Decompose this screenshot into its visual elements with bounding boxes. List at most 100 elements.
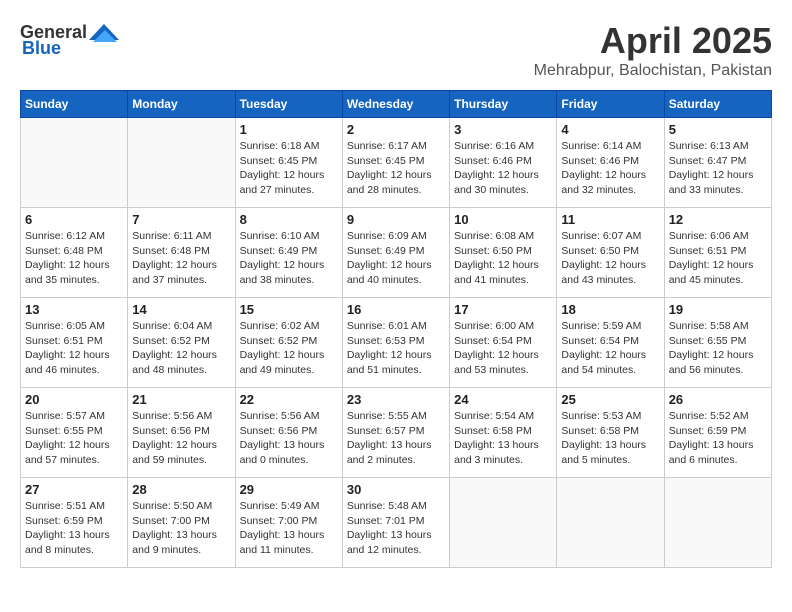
day-info: Sunrise: 5:58 AM Sunset: 6:55 PM Dayligh…: [669, 319, 767, 378]
calendar-cell: 30Sunrise: 5:48 AM Sunset: 7:01 PM Dayli…: [342, 478, 449, 568]
calendar-cell: 7 Sunrise: 6:11 AM Sunset: 6:48 PM Daylig…: [128, 208, 235, 298]
logo: General Blue: [20, 20, 119, 59]
day-number: 23: [347, 392, 445, 407]
weekday-header: Friday: [557, 91, 664, 118]
day-number: 18: [561, 302, 659, 317]
calendar-cell: 26Sunrise: 5:52 AM Sunset: 6:59 PM Dayli…: [664, 388, 771, 478]
calendar-cell: 9Sunrise: 6:09 AM Sunset: 6:49 PM Daylig…: [342, 208, 449, 298]
calendar-cell: 11Sunrise: 6:07 AM Sunset: 6:50 PM Dayli…: [557, 208, 664, 298]
day-number: 13: [25, 302, 123, 317]
calendar-cell: 17 Sunrise: 6:00 AM Sunset: 6:54 PM Dayli…: [450, 298, 557, 388]
day-info: Sunrise: 6:02 AM Sunset: 6:52 PM Dayligh…: [240, 319, 338, 378]
day-info: Sunrise: 6:12 AM Sunset: 6:48 PM Dayligh…: [25, 229, 123, 288]
calendar-cell: 15 Sunrise: 6:02 AM Sunset: 6:52 PM Dayli…: [235, 298, 342, 388]
day-info: Sunrise: 6:16 AM Sunset: 6:46 PM Dayligh…: [454, 139, 552, 198]
day-info: Sunrise: 6:11 AM Sunset: 6:48 PM Dayligh…: [132, 229, 230, 288]
day-info: Sunrise: 6:04 AM Sunset: 6:52 PM Dayligh…: [132, 319, 230, 378]
day-number: 28: [132, 482, 230, 497]
calendar-week-row: 1 Sunrise: 6:18 AM Sunset: 6:45 PM Daylig…: [21, 118, 772, 208]
day-number: 12: [669, 212, 767, 227]
calendar-cell: 14 Sunrise: 6:04 AM Sunset: 6:52 PM Dayli…: [128, 298, 235, 388]
day-info: Sunrise: 5:59 AM Sunset: 6:54 PM Dayligh…: [561, 319, 659, 378]
day-info: Sunrise: 5:48 AM Sunset: 7:01 PM Dayligh…: [347, 499, 445, 558]
day-info: Sunrise: 6:00 AM Sunset: 6:54 PM Dayligh…: [454, 319, 552, 378]
day-number: 15: [240, 302, 338, 317]
calendar-cell: 28 Sunrise: 5:50 AM Sunset: 7:00 PM Dayli…: [128, 478, 235, 568]
weekday-header: Monday: [128, 91, 235, 118]
title-section: April 2025 Mehrabpur, Balochistan, Pakis…: [534, 20, 772, 80]
day-info: Sunrise: 6:05 AM Sunset: 6:51 PM Dayligh…: [25, 319, 123, 378]
logo-icon: [89, 20, 119, 44]
calendar-week-row: 6 Sunrise: 6:12 AM Sunset: 6:48 PM Daylig…: [21, 208, 772, 298]
day-info: Sunrise: 5:51 AM Sunset: 6:59 PM Dayligh…: [25, 499, 123, 558]
day-number: 27: [25, 482, 123, 497]
day-number: 1: [240, 122, 338, 137]
calendar-cell: 3 Sunrise: 6:16 AM Sunset: 6:46 PM Daylig…: [450, 118, 557, 208]
day-info: Sunrise: 6:01 AM Sunset: 6:53 PM Dayligh…: [347, 319, 445, 378]
page-header: General Blue April 2025 Mehrabpur, Baloc…: [20, 20, 772, 80]
calendar-cell: 8 Sunrise: 6:10 AM Sunset: 6:49 PM Daylig…: [235, 208, 342, 298]
calendar-week-row: 13 Sunrise: 6:05 AM Sunset: 6:51 PM Dayli…: [21, 298, 772, 388]
calendar-cell: [128, 118, 235, 208]
calendar-cell: 18 Sunrise: 5:59 AM Sunset: 6:54 PM Dayli…: [557, 298, 664, 388]
weekday-header: Thursday: [450, 91, 557, 118]
day-number: 5: [669, 122, 767, 137]
day-number: 22: [240, 392, 338, 407]
calendar-cell: 12 Sunrise: 6:06 AM Sunset: 6:51 PM Dayli…: [664, 208, 771, 298]
day-number: 21: [132, 392, 230, 407]
day-info: Sunrise: 5:57 AM Sunset: 6:55 PM Dayligh…: [25, 409, 123, 468]
calendar-header-row: SundayMondayTuesdayWednesdayThursdayFrid…: [21, 91, 772, 118]
day-info: Sunrise: 5:54 AM Sunset: 6:58 PM Dayligh…: [454, 409, 552, 468]
day-number: 17: [454, 302, 552, 317]
calendar-cell: 10Sunrise: 6:08 AM Sunset: 6:50 PM Dayli…: [450, 208, 557, 298]
day-info: Sunrise: 6:18 AM Sunset: 6:45 PM Dayligh…: [240, 139, 338, 198]
calendar-cell: 16 Sunrise: 6:01 AM Sunset: 6:53 PM Dayli…: [342, 298, 449, 388]
day-number: 2: [347, 122, 445, 137]
calendar-cell: [21, 118, 128, 208]
day-number: 6: [25, 212, 123, 227]
weekday-header: Saturday: [664, 91, 771, 118]
calendar-cell: [450, 478, 557, 568]
calendar-week-row: 20 Sunrise: 5:57 AM Sunset: 6:55 PM Dayli…: [21, 388, 772, 478]
weekday-header: Tuesday: [235, 91, 342, 118]
day-number: 9: [347, 212, 445, 227]
calendar-table: SundayMondayTuesdayWednesdayThursdayFrid…: [20, 90, 772, 568]
day-number: 7: [132, 212, 230, 227]
calendar-cell: [664, 478, 771, 568]
day-info: Sunrise: 6:14 AM Sunset: 6:46 PM Dayligh…: [561, 139, 659, 198]
day-info: Sunrise: 5:53 AM Sunset: 6:58 PM Dayligh…: [561, 409, 659, 468]
day-info: Sunrise: 6:08 AM Sunset: 6:50 PM Dayligh…: [454, 229, 552, 288]
calendar-cell: 1 Sunrise: 6:18 AM Sunset: 6:45 PM Daylig…: [235, 118, 342, 208]
calendar-cell: 19 Sunrise: 5:58 AM Sunset: 6:55 PM Dayli…: [664, 298, 771, 388]
calendar-cell: 2Sunrise: 6:17 AM Sunset: 6:45 PM Daylig…: [342, 118, 449, 208]
day-number: 19: [669, 302, 767, 317]
calendar-cell: 13 Sunrise: 6:05 AM Sunset: 6:51 PM Dayli…: [21, 298, 128, 388]
day-number: 11: [561, 212, 659, 227]
calendar-cell: 5Sunrise: 6:13 AM Sunset: 6:47 PM Daylig…: [664, 118, 771, 208]
day-info: Sunrise: 6:06 AM Sunset: 6:51 PM Dayligh…: [669, 229, 767, 288]
day-info: Sunrise: 6:10 AM Sunset: 6:49 PM Dayligh…: [240, 229, 338, 288]
day-number: 20: [25, 392, 123, 407]
logo-blue: Blue: [20, 38, 61, 59]
day-info: Sunrise: 5:49 AM Sunset: 7:00 PM Dayligh…: [240, 499, 338, 558]
calendar-cell: 4Sunrise: 6:14 AM Sunset: 6:46 PM Daylig…: [557, 118, 664, 208]
day-number: 8: [240, 212, 338, 227]
day-number: 14: [132, 302, 230, 317]
day-number: 3: [454, 122, 552, 137]
day-info: Sunrise: 5:50 AM Sunset: 7:00 PM Dayligh…: [132, 499, 230, 558]
day-number: 29: [240, 482, 338, 497]
day-info: Sunrise: 5:56 AM Sunset: 6:56 PM Dayligh…: [240, 409, 338, 468]
day-number: 25: [561, 392, 659, 407]
day-info: Sunrise: 5:55 AM Sunset: 6:57 PM Dayligh…: [347, 409, 445, 468]
calendar-cell: 20 Sunrise: 5:57 AM Sunset: 6:55 PM Dayli…: [21, 388, 128, 478]
weekday-header: Sunday: [21, 91, 128, 118]
calendar-cell: 21Sunrise: 5:56 AM Sunset: 6:56 PM Dayli…: [128, 388, 235, 478]
month-title: April 2025: [534, 20, 772, 62]
day-number: 24: [454, 392, 552, 407]
weekday-header: Wednesday: [342, 91, 449, 118]
location-title: Mehrabpur, Balochistan, Pakistan: [534, 62, 772, 80]
day-number: 16: [347, 302, 445, 317]
calendar-cell: 24 Sunrise: 5:54 AM Sunset: 6:58 PM Dayli…: [450, 388, 557, 478]
calendar-cell: 22 Sunrise: 5:56 AM Sunset: 6:56 PM Dayli…: [235, 388, 342, 478]
calendar-cell: 23 Sunrise: 5:55 AM Sunset: 6:57 PM Dayli…: [342, 388, 449, 478]
